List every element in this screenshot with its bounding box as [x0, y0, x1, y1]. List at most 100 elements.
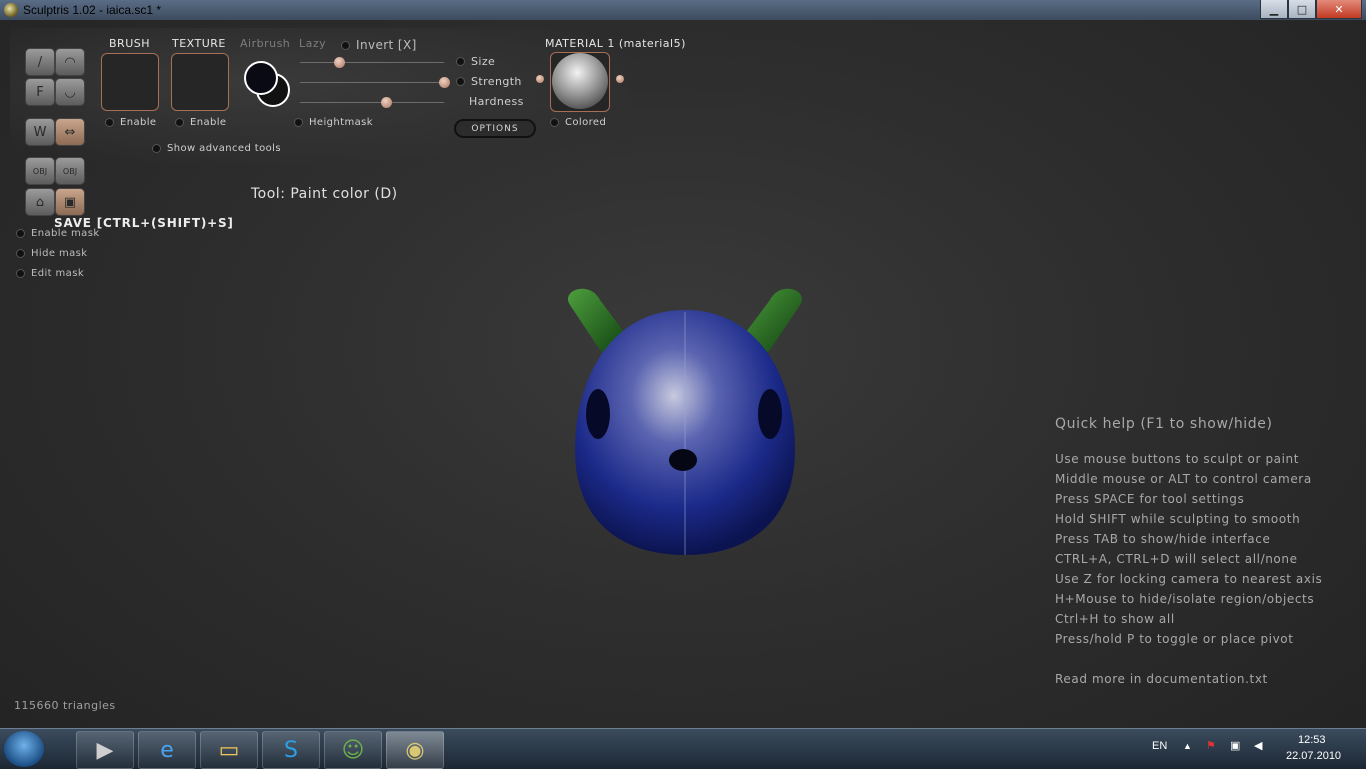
window-titlebar: Sculptris 1.02 - iaica.sc1 * ▁ □ ✕	[0, 0, 1366, 20]
size-slider-knob[interactable]	[333, 57, 345, 68]
enable-mask-option[interactable]: Enable mask	[16, 228, 100, 239]
material-sphere-ball	[552, 53, 608, 109]
messenger-icon[interactable]: ☺	[324, 731, 382, 769]
material-preview[interactable]	[550, 52, 610, 112]
hardness-label: Hardness	[469, 95, 524, 108]
advanced-tools-toggle[interactable]	[152, 144, 161, 153]
texture-enable-label: Enable	[190, 117, 227, 128]
heightmask-label: Heightmask	[309, 117, 373, 128]
sculptris-app-icon	[4, 3, 18, 17]
hide-mask-label: Hide mask	[31, 248, 88, 259]
inflate-tool-icon[interactable]: ◠	[55, 48, 85, 76]
brush-enable-label: Enable	[120, 117, 157, 128]
symmetry-toggle-icon[interactable]: ⇔	[55, 118, 85, 146]
heightmask-toggle[interactable]	[294, 118, 303, 127]
language-indicator[interactable]: EN	[1152, 740, 1167, 752]
edit-mask-option[interactable]: Edit mask	[16, 268, 84, 279]
colored-label: Colored	[565, 117, 607, 128]
open-file-icon[interactable]: ⌂	[25, 188, 55, 216]
texture-label: TEXTURE	[172, 37, 226, 50]
quick-help-line: Use Z for locking camera to nearest axis	[1055, 572, 1323, 586]
strength-pressure-toggle[interactable]	[456, 77, 465, 86]
colored-option[interactable]: Colored	[550, 117, 606, 128]
options-button[interactable]: OPTIONS	[454, 119, 536, 138]
maximize-button[interactable]: □	[1288, 0, 1316, 19]
color-picker[interactable]	[244, 61, 290, 107]
quick-help-line	[1055, 649, 1322, 669]
sculpt-model[interactable]	[540, 270, 830, 570]
material-label: MATERIAL 1 (material5)	[545, 37, 686, 50]
strength-slider[interactable]	[300, 82, 444, 83]
clock-time[interactable]: 12:53	[1298, 734, 1326, 746]
quick-help-line: Press SPACE for tool settings	[1055, 492, 1245, 506]
enable-mask-toggle[interactable]	[16, 229, 25, 238]
save-file-icon[interactable]: ▣	[55, 188, 85, 216]
texture-enable-option[interactable]: Enable	[175, 117, 226, 128]
clock-date[interactable]: 22.07.2010	[1286, 750, 1341, 762]
quick-help-line: CTRL+A, CTRL+D will select all/none	[1055, 552, 1298, 566]
media-player-icon[interactable]: ▶	[76, 731, 134, 769]
material-prev-arrow[interactable]	[536, 75, 544, 83]
network-icon[interactable]: ▣	[1230, 739, 1240, 752]
export-obj-icon[interactable]: OBJ	[55, 157, 85, 185]
hide-mask-option[interactable]: Hide mask	[16, 248, 87, 259]
volume-icon[interactable]: ◀	[1254, 739, 1262, 752]
airbrush-label[interactable]: Airbrush	[240, 37, 290, 50]
quick-help-line: Hold SHIFT while sculpting to smooth	[1055, 512, 1301, 526]
quick-help-line: Read more in documentation.txt	[1055, 672, 1268, 686]
window-title: Sculptris 1.02 - iaica.sc1 *	[23, 3, 162, 17]
tray-expand-icon[interactable]: ▲	[1183, 741, 1192, 751]
quick-help-panel: Quick help (F1 to show/hide) Use mouse b…	[1055, 416, 1322, 689]
strength-slider-knob[interactable]	[439, 77, 450, 88]
size-label: Size	[471, 55, 496, 68]
material-next-arrow[interactable]	[616, 75, 624, 83]
size-pressure-toggle[interactable]	[456, 57, 465, 66]
skype-icon[interactable]: S	[262, 731, 320, 769]
advanced-tools-label: Show advanced tools	[167, 143, 281, 154]
primary-color[interactable]	[244, 61, 278, 95]
brush-enable-toggle[interactable]	[105, 118, 114, 127]
brush-enable-option[interactable]: Enable	[105, 117, 156, 128]
brush-swatch[interactable]	[101, 53, 159, 111]
symmetry-wave-icon[interactable]: W	[25, 118, 55, 146]
colored-toggle[interactable]	[550, 118, 559, 127]
smooth-tool-icon[interactable]: ◡	[55, 78, 85, 106]
enable-mask-label: Enable mask	[31, 228, 100, 239]
current-tool-label: Tool: Paint color (D)	[251, 186, 398, 202]
quick-help-line: H+Mouse to hide/isolate region/objects	[1055, 592, 1315, 606]
internet-explorer-icon[interactable]: e	[138, 731, 196, 769]
advanced-tools-option[interactable]: Show advanced tools	[152, 143, 281, 154]
triangle-count: 115660 triangles	[14, 699, 116, 712]
close-button[interactable]: ✕	[1316, 0, 1362, 19]
taskbar: ▶ e ▭ S ☺ ◉ EN ▲ ⚑ ▣ ◀ 12:53 22.07.2010	[0, 728, 1366, 769]
flatten-tool-icon[interactable]: F	[25, 78, 55, 106]
heightmask-option[interactable]: Heightmask	[294, 117, 373, 128]
quick-help-line: Middle mouse or ALT to control camera	[1055, 472, 1312, 486]
quick-help-line: Press/hold P to toggle or place pivot	[1055, 632, 1294, 646]
brush-label: BRUSH	[109, 37, 150, 50]
size-slider[interactable]	[300, 62, 444, 63]
import-obj-icon[interactable]: OBJ	[25, 157, 55, 185]
lazy-label[interactable]: Lazy	[299, 37, 326, 50]
invert-option[interactable]: Invert [X]	[341, 38, 417, 52]
explorer-folder-icon[interactable]: ▭	[200, 731, 258, 769]
invert-toggle[interactable]	[341, 40, 350, 50]
draw-tool-icon[interactable]: /	[25, 48, 55, 76]
hardness-option: Hardness	[469, 95, 524, 108]
start-button[interactable]	[4, 731, 44, 767]
minimize-button[interactable]: ▁	[1260, 0, 1288, 19]
quick-help-title: Quick help (F1 to show/hide)	[1055, 416, 1273, 432]
edit-mask-label: Edit mask	[31, 268, 85, 279]
window-controls: ▁ □ ✕	[1260, 0, 1362, 19]
hide-mask-toggle[interactable]	[16, 249, 25, 258]
strength-option[interactable]: Strength	[456, 75, 522, 88]
hardness-slider[interactable]	[300, 102, 444, 103]
size-option[interactable]: Size	[456, 55, 495, 68]
strength-label: Strength	[471, 75, 522, 88]
invert-label: Invert [X]	[356, 38, 417, 52]
texture-enable-toggle[interactable]	[175, 118, 184, 127]
action-center-icon[interactable]: ⚑	[1206, 739, 1216, 752]
texture-swatch[interactable]	[171, 53, 229, 111]
sculptris-taskbar-icon[interactable]: ◉	[386, 731, 444, 769]
edit-mask-toggle[interactable]	[16, 269, 25, 278]
